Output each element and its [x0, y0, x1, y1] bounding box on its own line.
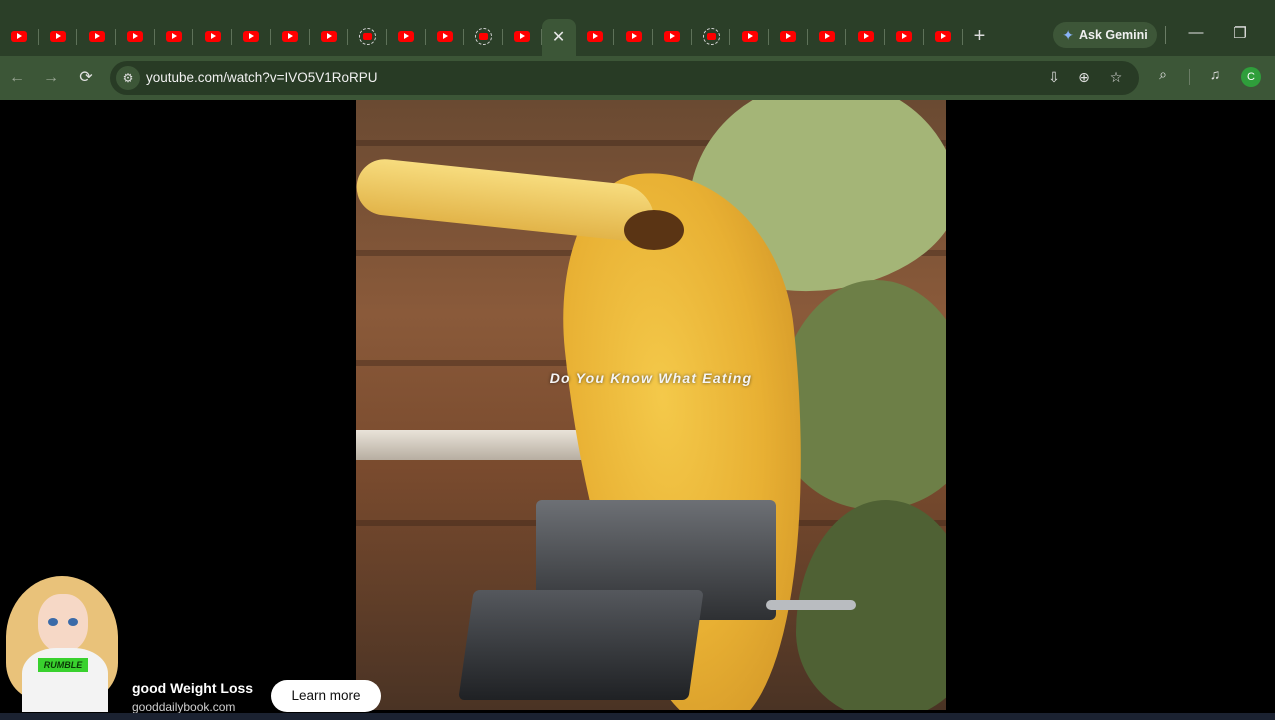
browser-tab[interactable] [271, 19, 310, 53]
tab-list: ✕ + [0, 18, 997, 57]
youtube-favicon-icon [625, 30, 642, 42]
browser-tab[interactable] [846, 19, 885, 53]
zoom-icon[interactable]: ⊕ [1074, 69, 1094, 86]
install-app-icon[interactable]: ⇩ [1044, 69, 1064, 86]
browser-tab[interactable] [426, 19, 465, 53]
browser-tab[interactable] [116, 19, 155, 53]
vise-jaw [458, 590, 704, 700]
address-bar[interactable]: ⚙ youtube.com/watch?v=IVO5V1RoRPU ⇩ ⊕ ☆ [110, 61, 1139, 95]
youtube-favicon-icon [127, 30, 144, 42]
browser-tab[interactable] [464, 19, 503, 53]
youtube-favicon-icon [741, 30, 758, 42]
youtube-favicon-icon [320, 30, 337, 42]
browser-tab[interactable] [387, 19, 426, 53]
media-controls-icon[interactable]: ♫ [1204, 66, 1226, 82]
tabstrip-divider [1165, 26, 1166, 44]
youtube-favicon-icon [11, 30, 28, 42]
taskbar-edge [0, 713, 1275, 720]
google-lens-icon[interactable]: ⌕ [1152, 66, 1174, 83]
browser-tab[interactable] [730, 19, 769, 53]
browser-tab[interactable] [924, 19, 963, 53]
youtube-favicon-icon [514, 30, 531, 42]
ad-title[interactable]: good Weight Loss [132, 680, 253, 696]
browser-tab[interactable] [653, 19, 692, 53]
forward-button[interactable]: → [39, 66, 63, 90]
loading-favicon-icon [702, 27, 720, 45]
avatar-face [38, 594, 88, 652]
browser-tab[interactable] [232, 19, 271, 53]
youtube-favicon-icon [780, 30, 797, 42]
browser-tab[interactable] [885, 19, 924, 53]
browser-tab[interactable] [0, 19, 39, 53]
banana-spot [624, 210, 684, 250]
video-player[interactable]: Do You Know What Eating [356, 100, 946, 710]
vise-handle [766, 600, 856, 610]
ad-avatar-image[interactable]: RUMBLE [0, 572, 128, 712]
restore-button[interactable]: ❐ [1226, 24, 1254, 42]
youtube-favicon-icon [586, 30, 603, 42]
toolbar-divider [1189, 69, 1190, 85]
learn-more-button[interactable]: Learn more [271, 680, 381, 712]
bookmark-star-icon[interactable]: ☆ [1106, 69, 1126, 86]
browser-tab[interactable] [193, 19, 232, 53]
youtube-favicon-icon [935, 30, 952, 42]
profile-avatar[interactable]: C [1241, 67, 1261, 87]
reload-button[interactable]: ⟳ [74, 66, 98, 90]
banana-stem [356, 156, 659, 244]
tab-strip: ✕ + ✦ Ask Gemini — ❐ [0, 0, 1275, 57]
bench-vise [458, 490, 856, 710]
browser-tab[interactable] [39, 19, 78, 53]
youtube-favicon-icon [282, 30, 299, 42]
browser-tab[interactable] [310, 19, 349, 53]
youtube-favicon-icon [398, 30, 415, 42]
new-tab-button[interactable]: + [963, 19, 997, 53]
ask-gemini-button[interactable]: ✦ Ask Gemini [1053, 22, 1157, 48]
browser-tab[interactable] [503, 19, 542, 53]
loading-favicon-icon [359, 27, 377, 45]
hoodie-logo: RUMBLE [38, 658, 88, 672]
youtube-favicon-icon [664, 30, 681, 42]
youtube-favicon-icon [819, 30, 836, 42]
browser-tab[interactable] [769, 19, 808, 53]
browser-toolbar: ← → ⟳ ⚙ youtube.com/watch?v=IVO5V1RoRPU … [0, 56, 1275, 100]
gemini-spark-icon: ✦ [1062, 26, 1074, 43]
youtube-favicon-icon [436, 30, 453, 42]
ask-gemini-label: Ask Gemini [1078, 28, 1148, 42]
browser-tab[interactable] [576, 19, 615, 53]
browser-tab[interactable] [348, 19, 387, 53]
browser-tab[interactable] [808, 19, 847, 53]
active-tab[interactable]: ✕ [541, 19, 576, 57]
page-content: Do You Know What Eating [0, 100, 1275, 720]
site-info-icon[interactable]: ⚙ [116, 66, 140, 90]
avatar-eye [68, 618, 78, 626]
youtube-favicon-icon [50, 30, 67, 42]
browser-tab[interactable] [77, 19, 116, 53]
loading-favicon-icon [475, 27, 493, 45]
video-caption: Do You Know What Eating [549, 370, 753, 386]
close-tab-icon[interactable]: ✕ [552, 30, 565, 46]
browser-tab[interactable] [155, 19, 194, 53]
youtube-favicon-icon [204, 30, 221, 42]
browser-tab[interactable] [614, 19, 653, 53]
youtube-favicon-icon [896, 30, 913, 42]
minimize-button[interactable]: — [1182, 24, 1210, 41]
ad-domain[interactable]: gooddailybook.com [132, 700, 235, 714]
youtube-favicon-icon [857, 30, 874, 42]
leaf [776, 280, 946, 510]
youtube-favicon-icon [88, 30, 105, 42]
back-button[interactable]: ← [5, 66, 29, 90]
youtube-favicon-icon [243, 30, 260, 42]
avatar-eye [48, 618, 58, 626]
url-text[interactable]: youtube.com/watch?v=IVO5V1RoRPU [146, 70, 378, 85]
browser-tab[interactable] [692, 19, 731, 53]
youtube-favicon-icon [166, 30, 183, 42]
